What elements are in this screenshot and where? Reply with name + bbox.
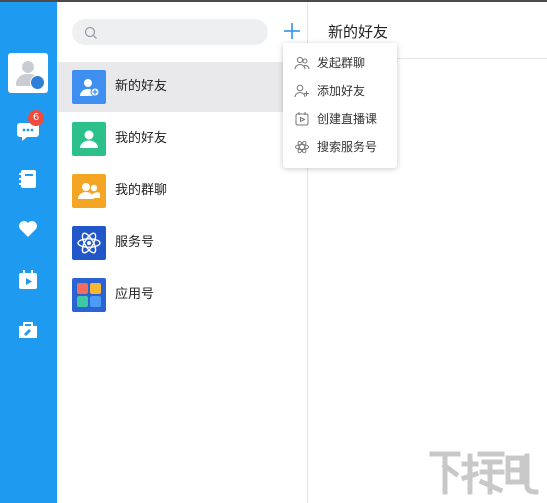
chat-unread-badge: 6 [28,110,44,126]
page-title: 新的好友 [328,23,389,41]
list-item-label: 我的好友 [115,131,168,146]
menu-item-start-group-chat[interactable]: 发起群聊 [283,49,397,77]
calendar-play-icon[interactable] [16,268,40,292]
group-chat-icon [72,174,106,208]
add-dropdown-menu: 发起群聊 添加好友 创建直播课 搜索服务号 [283,43,397,168]
toolbox-icon[interactable] [16,318,40,342]
avatar-status-icon [30,75,45,90]
menu-item-label: 添加好友 [317,84,366,98]
menu-item-add-friend[interactable]: 添加好友 [283,77,397,105]
contact-list-panel: 新的好友 我的好友 我的群聊 服务号 应用号 [57,2,308,503]
menu-item-label: 创建直播课 [317,112,378,126]
list-item-my-friends[interactable]: 我的好友 [57,114,307,164]
add-menu-button[interactable] [281,20,303,42]
list-item-label: 服务号 [115,235,155,250]
atom-icon [72,226,106,260]
menu-item-label: 搜索服务号 [317,140,378,154]
avatar-head [22,61,34,73]
search-icon [84,25,98,44]
list-item-my-groups[interactable]: 我的群聊 [57,166,307,216]
heart-icon[interactable] [16,217,40,241]
search-input[interactable] [72,19,268,45]
menu-item-create-live-class[interactable]: 创建直播课 [283,105,397,133]
list-item-label: 新的好友 [115,79,168,94]
add-friend-outline-icon [294,83,310,99]
list-item-label: 应用号 [115,287,155,302]
avatar[interactable] [8,53,48,93]
list-item-service-accounts[interactable]: 服务号 [57,218,307,268]
list-item-app-accounts[interactable]: 应用号 [57,270,307,320]
watermark-logo [428,448,540,498]
menu-item-search-service[interactable]: 搜索服务号 [283,133,397,161]
menu-item-label: 发起群聊 [317,56,366,70]
live-class-outline-icon [294,111,310,127]
new-friend-icon [72,70,106,104]
address-book-icon[interactable] [16,167,40,191]
list-item-new-friends[interactable]: 新的好友 [57,62,307,112]
list-item-label: 我的群聊 [115,183,168,198]
sidebar: 6 [0,2,57,503]
group-chat-outline-icon [294,55,310,71]
service-search-outline-icon [294,139,310,155]
plus-icon [284,23,300,39]
app-grid-icon [72,278,106,312]
friend-icon [72,122,106,156]
